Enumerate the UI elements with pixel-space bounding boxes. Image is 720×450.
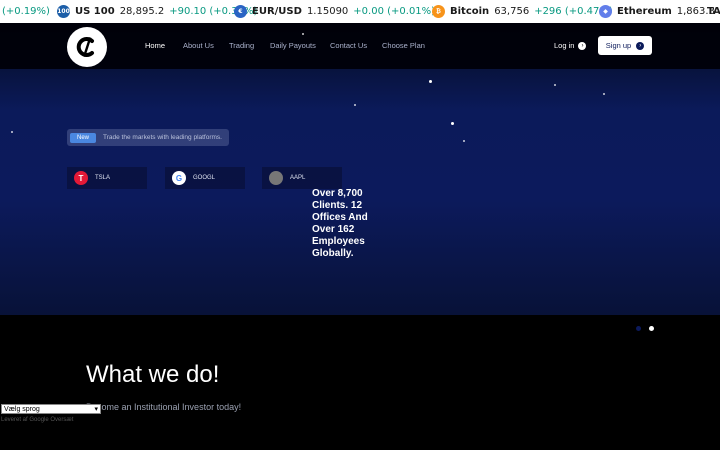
arrow-right-icon: › [578, 41, 587, 50]
section-title: What we do! [86, 361, 220, 388]
ticker-symbol: TA [707, 6, 720, 17]
ticker-item[interactable]: (+0.19%) [2, 0, 50, 23]
logo-c-icon [76, 37, 94, 57]
star-decoration [451, 122, 454, 125]
hero-section: Home About Us Trading Daily Payouts Cont… [0, 23, 720, 315]
stock-label: GOOGL [193, 175, 216, 181]
star-decoration [554, 84, 556, 86]
ticker-symbol: EUR/USD [252, 6, 302, 17]
site-logo[interactable] [67, 27, 107, 67]
star-decoration [429, 80, 432, 83]
badge-text: Trade the markets with leading platforms… [103, 134, 222, 141]
star-decoration [302, 33, 304, 35]
stock-chip-googl[interactable]: G GOOGL [165, 167, 245, 189]
signup-button[interactable]: Sign up › [598, 36, 652, 55]
apple-icon [269, 171, 283, 185]
star-decoration [463, 140, 465, 142]
ticker-item[interactable]: ◆ Ethereum 1,863.3 [599, 0, 715, 23]
carousel-dot[interactable] [636, 326, 641, 331]
carousel-dot-active[interactable] [649, 326, 654, 331]
google-icon: G [172, 171, 186, 185]
nav-about-us[interactable]: About Us [183, 41, 214, 50]
nav-contact-us[interactable]: Contact Us [330, 41, 367, 50]
ticker-change: +0.00 (+0.01%) [353, 6, 436, 17]
carousel-dots [636, 326, 654, 331]
stock-label: AAPL [290, 175, 306, 181]
star-decoration [603, 93, 605, 95]
star-decoration [354, 104, 356, 106]
tesla-icon: T [74, 171, 88, 185]
stock-label: TSLA [95, 175, 111, 181]
ticker-price: 28,895.2 [119, 6, 165, 17]
ticker-symbol: Bitcoin [450, 6, 490, 17]
nav-home[interactable]: Home [145, 41, 165, 50]
ticker-item[interactable]: TA [707, 0, 720, 23]
ticker-item[interactable]: 100 US 100 28,895.2 +90.10 (+0.31%) [57, 0, 257, 23]
chevron-down-icon: ▾ [94, 406, 98, 413]
bitcoin-icon: ₿ [432, 5, 445, 18]
google-translate-credit: Leveret af Google Oversæt [1, 417, 74, 423]
stock-chip-tsla[interactable]: T TSLA [67, 167, 147, 189]
nav-daily-payouts[interactable]: Daily Payouts [270, 41, 316, 50]
star-decoration [11, 131, 13, 133]
us100-icon: 100 [57, 5, 70, 18]
market-ticker: (+0.19%) 100 US 100 28,895.2 +90.10 (+0.… [0, 0, 720, 23]
ticker-price: 1.15090 [306, 6, 349, 17]
language-select[interactable]: Vælg sprog ▾ [1, 404, 101, 414]
arrow-right-icon: › [636, 41, 645, 50]
signup-label: Sign up [605, 41, 632, 50]
language-select-value: Vælg sprog [4, 405, 40, 413]
login-link[interactable]: Log in › [554, 41, 587, 50]
ethereum-icon: ◆ [599, 5, 612, 18]
new-badge: New [70, 132, 97, 143]
ticker-change: (+0.19%) [2, 6, 50, 17]
announcement-badge[interactable]: New Trade the markets with leading platf… [67, 129, 229, 146]
ticker-symbol: US 100 [75, 6, 115, 17]
section-subtitle: Become an Institutional Investor today! [86, 402, 242, 412]
eur-usd-icon: € [234, 5, 247, 18]
nav-choose-plan[interactable]: Choose Plan [382, 41, 425, 50]
company-stats: Over 8,700 Clients. 12 Offices And Over … [312, 188, 368, 259]
stock-chip-aapl[interactable]: AAPL [262, 167, 342, 189]
ticker-symbol: Ethereum [617, 6, 672, 17]
nav-trading[interactable]: Trading [229, 41, 254, 50]
ticker-price: 63,756 [494, 6, 530, 17]
login-label: Log in [554, 41, 575, 50]
ticker-item[interactable]: € EUR/USD 1.15090 +0.00 (+0.01%) [234, 0, 435, 23]
ticker-item[interactable]: ₿ Bitcoin 63,756 +296 (+0.47%) [432, 0, 613, 23]
